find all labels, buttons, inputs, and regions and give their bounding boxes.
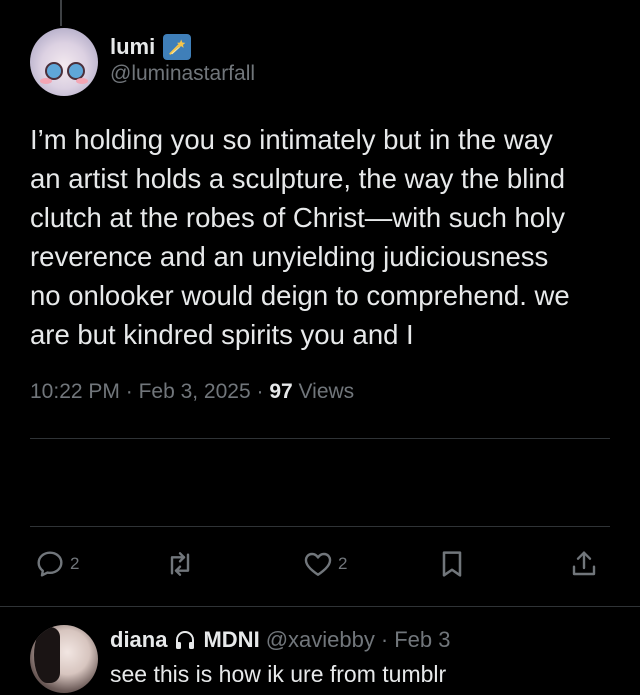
tweet-date[interactable]: Feb 3, 2025 [139,380,251,403]
reply-header: diana MDNI @xaviebby · Feb 3 [110,627,450,653]
retweet-icon [170,552,190,576]
tweet-time[interactable]: 10:22 PM [30,380,120,403]
shooting-star-icon [163,34,192,60]
reply-display-name[interactable]: diana [110,627,167,653]
bookmark-button[interactable] [436,548,468,580]
reply-icon [37,551,63,577]
reply-author-avatar[interactable] [30,625,98,693]
avatar-blush-left [40,78,52,84]
like-count: 2 [338,554,348,573]
reply-body: diana MDNI @xaviebby · Feb 3 see this is… [110,627,450,693]
reply-name-suffix: MDNI [203,627,260,652]
bookmark-icon [442,551,462,577]
avatar-hair [34,627,60,683]
tweet-actions: 2 2 [30,548,610,588]
headphones-icon [176,631,195,649]
display-name-line: lumi [110,34,255,60]
avatar-blush-right [76,78,88,84]
author-handle[interactable]: @luminastarfall [110,62,255,86]
reply-button[interactable]: 2 [34,548,79,580]
like-button[interactable]: 2 [302,548,347,580]
author-avatar[interactable] [30,28,98,96]
reply-handle[interactable]: @xaviebby [266,627,375,653]
thread-connector-line [60,0,62,26]
share-button[interactable] [568,548,600,580]
reply-count: 2 [70,554,80,573]
retweet-button[interactable] [164,548,200,580]
views-count: 97 [269,380,293,403]
share-icon [572,551,596,576]
divider [0,606,640,607]
meta-separator: · [119,380,139,403]
author-name-block: lumi @luminastarfall [110,34,255,86]
meta-separator: · [250,380,270,403]
tweet-author: lumi @luminastarfall [30,28,620,100]
tweet-text: I’m holding you so intimately but in the… [30,124,570,350]
views-label: Views [298,380,355,403]
reply-date[interactable]: Feb 3 [394,627,450,653]
reply-tweet[interactable]: diana MDNI @xaviebby · Feb 3 see this is… [30,625,620,693]
divider [30,526,610,527]
tweet-meta: 10:22 PM · Feb 3, 2025 · 97 Views [30,380,354,404]
heart-icon [304,552,332,576]
reply-text: see this is how ik ure from tumblr [110,661,447,687]
divider [30,438,610,439]
reply-separator: · [380,627,389,652]
author-display-name[interactable]: lumi [110,34,155,60]
